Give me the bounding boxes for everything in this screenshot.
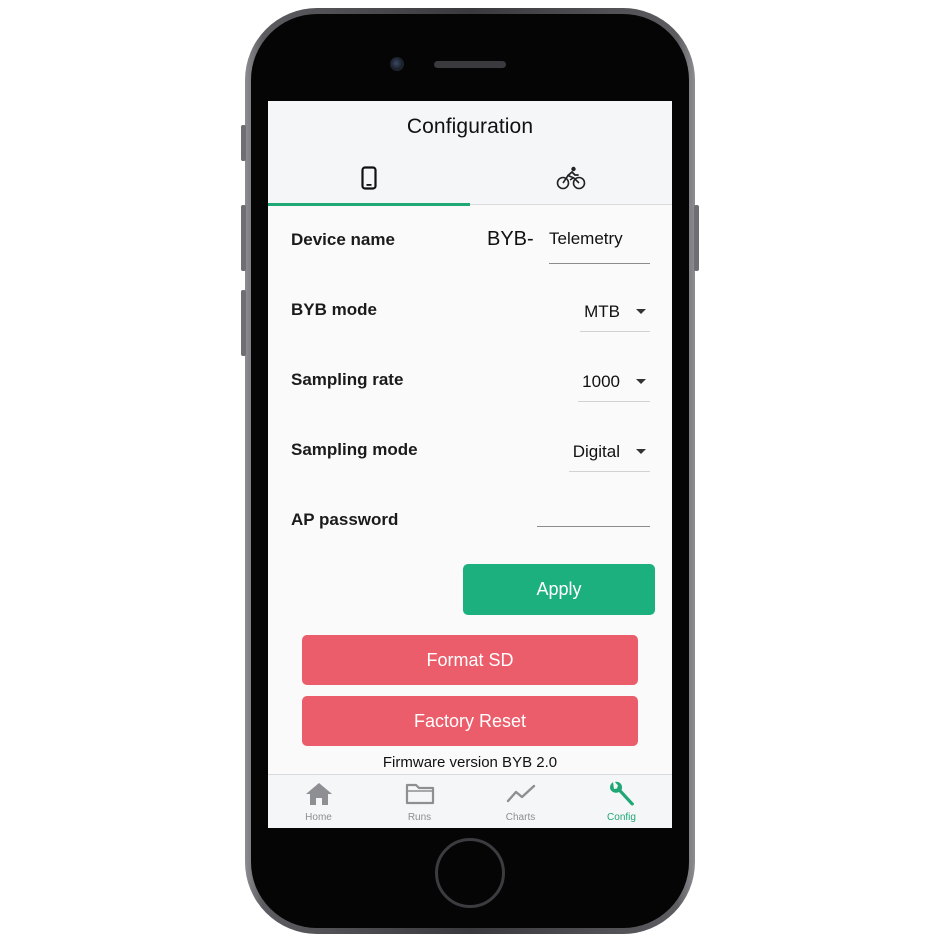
bottom-nav: Home Runs Charts Config bbox=[268, 774, 672, 828]
apply-button[interactable]: Apply bbox=[463, 564, 655, 615]
sampling-mode-row: Sampling mode Digital bbox=[268, 415, 672, 485]
device-name-row: Device name BYB- Telemetry bbox=[268, 205, 672, 275]
device-name-label: Device name bbox=[291, 230, 395, 249]
nav-label: Config bbox=[607, 812, 636, 823]
bike-icon bbox=[556, 163, 586, 193]
chevron-down-icon bbox=[636, 309, 646, 314]
ap-password-row: AP password bbox=[268, 485, 672, 555]
device-name-input[interactable]: Telemetry bbox=[549, 222, 650, 264]
sampling-rate-select[interactable]: 1000 bbox=[578, 362, 650, 402]
folder-icon bbox=[405, 779, 435, 809]
smartphone-icon bbox=[354, 163, 384, 193]
device-name-prefix: BYB- bbox=[487, 228, 534, 250]
volume-up-button bbox=[241, 205, 246, 271]
chart-line-icon bbox=[506, 779, 536, 809]
volume-down-button bbox=[241, 290, 246, 356]
nav-item-home[interactable]: Home bbox=[268, 775, 369, 828]
ap-password-label: AP password bbox=[291, 510, 399, 529]
chevron-down-icon bbox=[636, 379, 646, 384]
config-tabs bbox=[268, 163, 672, 206]
nav-label: Home bbox=[305, 812, 332, 823]
byb-mode-label: BYB mode bbox=[291, 300, 377, 319]
home-button[interactable] bbox=[435, 838, 505, 908]
sampling-mode-value: Digital bbox=[572, 441, 620, 461]
power-button bbox=[694, 205, 699, 271]
sampling-mode-select[interactable]: Digital bbox=[568, 432, 650, 472]
app-header: Configuration bbox=[268, 101, 672, 206]
byb-mode-row: BYB mode MTB bbox=[268, 275, 672, 345]
nav-item-config[interactable]: Config bbox=[571, 775, 672, 828]
home-icon bbox=[305, 779, 333, 809]
byb-mode-select[interactable]: MTB bbox=[580, 292, 650, 332]
tab-bike[interactable] bbox=[470, 163, 672, 205]
nav-item-charts[interactable]: Charts bbox=[470, 775, 571, 828]
byb-mode-value: MTB bbox=[584, 301, 620, 321]
nav-item-runs[interactable]: Runs bbox=[369, 775, 470, 828]
page-title: Configuration bbox=[406, 115, 534, 138]
chevron-down-icon bbox=[636, 449, 646, 454]
wrench-icon bbox=[607, 779, 637, 809]
sampling-rate-row: Sampling rate 1000 bbox=[268, 345, 672, 415]
nav-label: Charts bbox=[505, 812, 536, 823]
earpiece-speaker bbox=[434, 61, 506, 68]
firmware-version: Firmware version BYB 2.0 bbox=[382, 754, 558, 771]
mute-switch bbox=[241, 125, 246, 161]
factory-reset-button[interactable]: Factory Reset bbox=[302, 696, 638, 746]
ap-password-input[interactable] bbox=[537, 522, 650, 527]
nav-label: Runs bbox=[407, 812, 432, 823]
app-screen: Configuration Device name BYB- Telemetry… bbox=[268, 101, 672, 828]
sampling-rate-value: 1000 bbox=[582, 371, 620, 391]
front-camera bbox=[390, 57, 404, 71]
sampling-rate-label: Sampling rate bbox=[291, 370, 404, 389]
format-sd-button[interactable]: Format SD bbox=[302, 635, 638, 685]
tab-device[interactable] bbox=[268, 163, 470, 206]
sampling-mode-label: Sampling mode bbox=[291, 440, 418, 459]
